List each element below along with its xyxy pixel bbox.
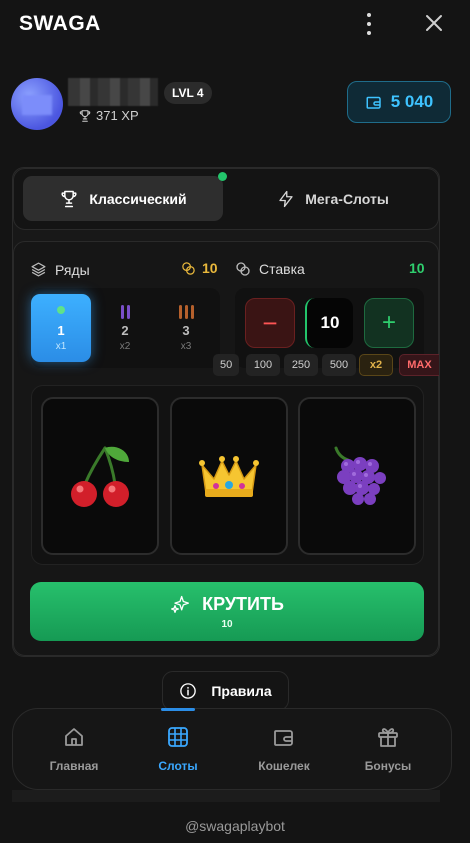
row-bars-icon bbox=[120, 304, 130, 319]
nav-slots[interactable]: Слоты bbox=[133, 719, 223, 779]
rules-label: Правила bbox=[211, 683, 272, 699]
row-bar-icon bbox=[57, 305, 65, 314]
avatar[interactable] bbox=[11, 78, 63, 130]
username-redacted bbox=[68, 78, 158, 106]
slots-panel: Классический Мега-Слоты Ряды 10 Ставка 1… bbox=[12, 167, 440, 657]
rows-label-text: Ряды bbox=[55, 261, 90, 278]
row-option-1[interactable]: 1 x1 bbox=[31, 294, 91, 362]
coins-icon bbox=[182, 261, 195, 275]
row-bars-icon bbox=[178, 304, 194, 319]
layers-icon bbox=[31, 262, 46, 277]
tab-classic[interactable]: Классический bbox=[23, 176, 223, 221]
nav-active-indicator bbox=[161, 708, 195, 711]
cherry-icon bbox=[71, 446, 129, 507]
xp-display: 371 XP bbox=[78, 108, 139, 123]
app-title: SWAGA bbox=[19, 12, 101, 35]
tab-classic-label: Классический bbox=[89, 190, 187, 207]
bet-max-button[interactable]: MAX bbox=[399, 354, 439, 376]
spin-button[interactable]: КРУТИТЬ 10 bbox=[30, 582, 424, 641]
reels bbox=[31, 385, 424, 565]
level-badge: LVL 4 bbox=[164, 82, 212, 104]
row-option-2-mult: x2 bbox=[119, 340, 131, 352]
crown-icon bbox=[199, 456, 259, 497]
bet-preset-50[interactable]: 50 bbox=[213, 354, 239, 376]
notification-dot bbox=[218, 172, 227, 181]
bet-label-text: Ставка bbox=[259, 261, 305, 277]
bet-decrease-button[interactable]: − bbox=[245, 298, 295, 348]
nav-home[interactable]: Главная bbox=[29, 719, 119, 779]
reel-3 bbox=[298, 397, 416, 555]
bet-preset-250[interactable]: 250 bbox=[284, 354, 318, 376]
rows-cost: 10 bbox=[181, 260, 218, 276]
row-option-2-num: 2 bbox=[121, 322, 129, 338]
rows-label: Ряды bbox=[30, 261, 90, 278]
bet-label: Ставка bbox=[235, 261, 305, 277]
nav-bonuses-label: Бонусы bbox=[364, 759, 412, 773]
bet-value-top: 10 bbox=[409, 260, 425, 276]
tab-mega-slots[interactable]: Мега-Слоты bbox=[233, 176, 433, 221]
row-option-3[interactable]: 3 x3 bbox=[156, 294, 216, 362]
wallet-icon bbox=[366, 96, 381, 109]
reel-2 bbox=[170, 397, 288, 555]
row-option-3-mult: x3 bbox=[180, 340, 192, 352]
home-icon bbox=[65, 728, 83, 746]
top-bar: SWAGA bbox=[0, 0, 470, 50]
balance-value: 5 040 bbox=[390, 92, 434, 111]
grid-icon bbox=[168, 727, 188, 747]
panel-bottom-edge bbox=[12, 790, 440, 802]
close-icon[interactable] bbox=[424, 12, 444, 34]
bet-increase-button[interactable]: + bbox=[364, 298, 414, 348]
bet-preset-100[interactable]: 100 bbox=[246, 354, 280, 376]
reel-1 bbox=[41, 397, 159, 555]
row-option-1-mult: x1 bbox=[55, 340, 67, 352]
rows-cost-value: 10 bbox=[202, 260, 218, 276]
trophy-icon bbox=[61, 190, 77, 207]
xp-value: 371 XP bbox=[96, 108, 139, 123]
nav-bonuses[interactable]: Бонусы bbox=[343, 719, 433, 779]
coins-icon bbox=[236, 262, 250, 276]
info-icon bbox=[180, 683, 197, 699]
more-menu-icon[interactable] bbox=[358, 11, 380, 37]
nav-wallet-label: Кошелек bbox=[258, 759, 310, 773]
rules-button[interactable]: Правила bbox=[162, 671, 289, 711]
tab-mega-slots-label: Мега-Слоты bbox=[305, 190, 389, 207]
gift-icon bbox=[378, 728, 398, 747]
sparkles-icon bbox=[171, 595, 190, 613]
row-option-3-num: 3 bbox=[182, 322, 190, 338]
mode-tabs: Классический Мега-Слоты bbox=[13, 168, 439, 230]
grapes-icon bbox=[334, 446, 386, 505]
profile-header: LVL 4 371 XP 5 040 bbox=[0, 70, 470, 140]
nav-wallet[interactable]: Кошелек bbox=[239, 719, 329, 779]
bet-double-button[interactable]: x2 bbox=[359, 354, 393, 376]
nav-slots-label: Слоты bbox=[158, 759, 198, 773]
lightning-icon bbox=[279, 190, 293, 207]
rows-selector: 1 x1 2 x2 3 x3 bbox=[31, 288, 220, 368]
spin-label: КРУТИТЬ bbox=[202, 593, 284, 614]
bet-preset-500[interactable]: 500 bbox=[322, 354, 356, 376]
wallet-icon bbox=[274, 730, 293, 746]
spin-cost: 10 bbox=[221, 618, 233, 630]
bottom-nav: Главная Слоты Кошелек Бонусы bbox=[12, 708, 452, 790]
row-option-1-num: 1 bbox=[57, 322, 65, 338]
trophy-icon bbox=[79, 109, 91, 122]
game-card: Ряды 10 Ставка 10 1 x1 2 x2 3 x3 − 10 + … bbox=[13, 241, 439, 656]
bet-amount[interactable]: 10 bbox=[305, 298, 353, 348]
row-option-2[interactable]: 2 x2 bbox=[95, 294, 155, 362]
bot-handle: @swagaplaybot bbox=[185, 818, 285, 834]
nav-home-label: Главная bbox=[49, 759, 99, 773]
balance-button[interactable]: 5 040 bbox=[347, 81, 451, 123]
